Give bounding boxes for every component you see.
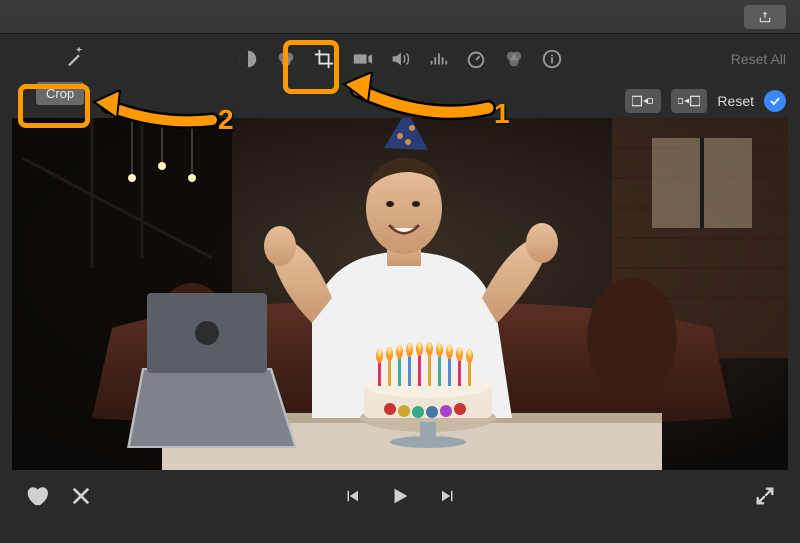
color-correction-icon[interactable] [275, 48, 297, 70]
speed-icon[interactable] [465, 48, 487, 70]
share-icon [758, 10, 772, 24]
stabilization-icon[interactable] [351, 48, 373, 70]
ken-burns-start-button[interactable] [625, 89, 661, 113]
next-frame-button[interactable] [439, 487, 457, 510]
reset-all-button[interactable]: Reset All [731, 51, 786, 67]
adjustments-toolbar: Reset All [0, 34, 800, 84]
color-balance-icon[interactable] [237, 48, 259, 70]
fullscreen-button[interactable] [754, 485, 776, 512]
magic-wand-icon[interactable] [64, 47, 84, 72]
favorite-button[interactable] [24, 485, 48, 512]
crop-options-row: Crop Reset [0, 84, 800, 118]
crop-mode-button[interactable]: Crop [36, 82, 84, 105]
crop-tool-icon[interactable] [313, 48, 335, 70]
tool-icon-row [237, 48, 563, 70]
apply-button[interactable] [764, 90, 786, 112]
previous-frame-button[interactable] [343, 487, 361, 510]
preview-area [0, 118, 800, 470]
share-button[interactable] [744, 5, 786, 29]
play-button[interactable] [389, 485, 411, 512]
noise-reduction-icon[interactable] [427, 48, 449, 70]
ken-burns-end-button[interactable] [671, 89, 707, 113]
filters-icon[interactable] [503, 48, 525, 70]
preview-image [12, 118, 788, 470]
playback-bar [0, 470, 800, 526]
titlebar [0, 0, 800, 34]
reset-button[interactable]: Reset [717, 93, 754, 109]
reject-button[interactable] [70, 485, 92, 512]
volume-icon[interactable] [389, 48, 411, 70]
video-preview[interactable] [12, 118, 788, 470]
info-icon[interactable] [541, 48, 563, 70]
